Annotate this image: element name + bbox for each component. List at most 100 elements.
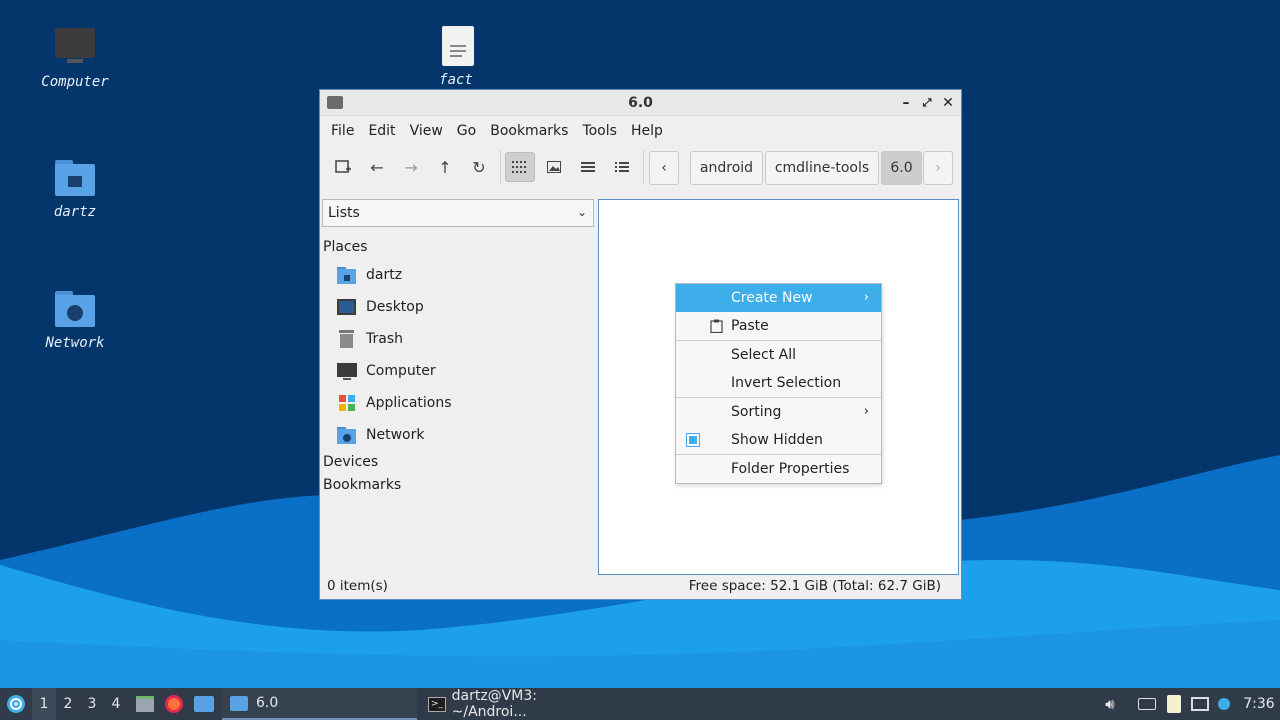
forward-button[interactable]: → — [396, 152, 426, 182]
arrow-up-icon: ↑ — [438, 157, 452, 177]
file-cabinet-icon — [136, 696, 154, 712]
menu-view[interactable]: View — [403, 123, 450, 139]
places-header[interactable]: Places — [320, 236, 596, 259]
notification-button[interactable] — [1216, 688, 1232, 720]
bookmarks-header[interactable]: Bookmarks — [320, 474, 596, 497]
keyboard-layout-button[interactable] — [1137, 688, 1157, 720]
desktop-icon-computer[interactable]: Computer — [30, 28, 120, 90]
sidebar-item-computer[interactable]: Computer — [320, 355, 596, 387]
network-folder-icon — [53, 289, 97, 329]
launcher-file-manager[interactable] — [134, 688, 156, 720]
menu-item-folder-properties[interactable]: Folder Properties — [676, 455, 881, 483]
info-icon — [1218, 698, 1230, 710]
firefox-icon — [165, 695, 183, 713]
breadcrumb-cmdline-tools[interactable]: cmdline-tools — [765, 151, 879, 185]
toolbar-separator — [500, 150, 501, 184]
menu-tools[interactable]: Tools — [575, 123, 624, 139]
sidebar-item-trash[interactable]: Trash — [320, 323, 596, 355]
desktop-icon — [337, 298, 357, 316]
home-folder-icon — [53, 158, 97, 198]
chevron-right-icon: › — [935, 160, 941, 176]
icon-view-button[interactable] — [505, 152, 535, 182]
breadcrumb-android[interactable]: android — [690, 151, 763, 185]
text-file-icon — [434, 26, 478, 66]
home-folder-icon — [337, 266, 357, 284]
thumbnail-view-button[interactable] — [539, 152, 569, 182]
sidebar-item-desktop[interactable]: Desktop — [320, 291, 596, 323]
show-hidden-checkbox[interactable] — [686, 433, 700, 447]
breadcrumb-scroll-left[interactable]: ‹ — [649, 151, 679, 185]
start-menu-button[interactable] — [4, 688, 28, 720]
menu-item-invert-selection[interactable]: Invert Selection — [676, 369, 881, 397]
menu-item-label: Create New — [731, 290, 813, 306]
sidebar-item-network[interactable]: Network — [320, 419, 596, 451]
sidebar-item-label: Applications — [366, 395, 452, 411]
menu-bar: File Edit View Go Bookmarks Tools Help — [320, 116, 961, 146]
back-button[interactable]: ← — [362, 152, 392, 182]
menu-go[interactable]: Go — [450, 123, 483, 139]
new-tab-button[interactable] — [328, 152, 358, 182]
breadcrumb-current[interactable]: 6.0 — [881, 151, 922, 185]
side-pane-mode-value: Lists — [328, 205, 360, 221]
desktop-icon-label: dartz — [53, 204, 97, 220]
menu-file[interactable]: File — [324, 123, 361, 139]
side-pane-mode-select[interactable]: Lists ⌄ — [322, 199, 594, 227]
volume-button[interactable]: 🔊︎ — [1100, 688, 1120, 720]
workspace-2[interactable]: 2 — [56, 688, 80, 720]
detailed-view-button[interactable] — [607, 152, 637, 182]
menu-edit[interactable]: Edit — [361, 123, 402, 139]
clipboard-button[interactable] — [1164, 688, 1184, 720]
compact-view-button[interactable] — [573, 152, 603, 182]
breadcrumb-scroll-right[interactable]: › — [923, 151, 953, 185]
task-button-file-manager[interactable]: 6.0 — [222, 688, 417, 720]
desktop-icon-dartz[interactable]: dartz — [30, 158, 120, 220]
window-title: 6.0 — [628, 95, 653, 111]
clock[interactable]: 7:36 — [1242, 688, 1276, 720]
desktop-icon — [194, 696, 214, 712]
menu-item-label: Folder Properties — [731, 461, 850, 477]
lubuntu-logo-icon — [7, 695, 25, 713]
task-button-terminal[interactable]: >_ dartz@VM3: ~/Androi... — [420, 688, 620, 720]
title-bar[interactable]: 6.0 – ⤢ ✕ — [320, 90, 961, 116]
launcher-show-desktop[interactable] — [193, 688, 215, 720]
workspace-1[interactable]: 1 — [32, 688, 56, 720]
network-button[interactable] — [1190, 688, 1210, 720]
menu-item-select-all[interactable]: Select All — [676, 341, 881, 369]
sidebar-item-dartz[interactable]: dartz — [320, 259, 596, 291]
arrow-right-icon: → — [404, 157, 418, 177]
menu-bookmarks[interactable]: Bookmarks — [483, 123, 575, 139]
side-pane: Places dartz Desktop Trash Computer Appl… — [320, 236, 596, 497]
network-folder-icon — [337, 426, 357, 444]
devices-header[interactable]: Devices — [320, 451, 596, 474]
free-space: Free space: 52.1 GiB (Total: 62.7 GiB) — [688, 578, 941, 594]
toolbar: ← → ↑ ↻ ‹ android cmdline-tools 6.0 › — [320, 146, 961, 188]
desktop-icon-label: Computer — [41, 74, 109, 90]
maximize-button[interactable]: ⤢ — [918, 94, 936, 112]
menu-item-create-new[interactable]: Create New › — [676, 284, 881, 312]
network-wired-icon — [1191, 697, 1209, 711]
sidebar-item-applications[interactable]: Applications — [320, 387, 596, 419]
menu-help[interactable]: Help — [624, 123, 670, 139]
folder-icon — [230, 695, 248, 711]
trash-icon — [337, 330, 357, 348]
workspace-4[interactable]: 4 — [104, 688, 128, 720]
reload-button[interactable]: ↻ — [464, 152, 494, 182]
menu-item-show-hidden[interactable]: Show Hidden — [676, 426, 881, 454]
status-bar: 0 item(s) Free space: 52.1 GiB (Total: 6… — [320, 575, 961, 599]
sidebar-item-label: Network — [366, 427, 425, 443]
desktop-icon-label: fact — [439, 72, 473, 88]
menu-item-paste[interactable]: Paste — [676, 312, 881, 340]
image-icon — [547, 161, 561, 173]
minimize-button[interactable]: – — [897, 94, 915, 112]
up-button[interactable]: ↑ — [430, 152, 460, 182]
close-button[interactable]: ✕ — [939, 94, 957, 112]
desktop-icon-network[interactable]: Network — [30, 289, 120, 351]
terminal-icon: >_ — [428, 696, 446, 712]
list-icon — [581, 162, 595, 172]
launcher-firefox[interactable] — [163, 688, 185, 720]
menu-item-label: Select All — [731, 347, 796, 363]
taskbar: 1 2 3 4 6.0 >_ dartz@VM3: ~/Androi... 🔊︎… — [0, 688, 1280, 720]
workspace-3[interactable]: 3 — [80, 688, 104, 720]
desktop-icon-fact[interactable]: fact — [411, 26, 501, 88]
menu-item-sorting[interactable]: Sorting › — [676, 398, 881, 426]
